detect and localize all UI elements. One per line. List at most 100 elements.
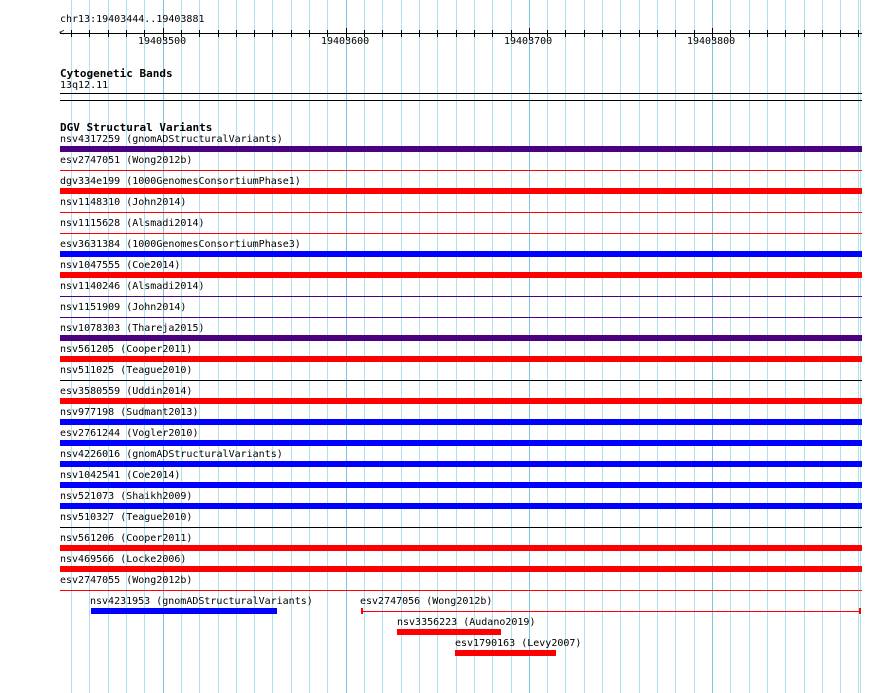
variant-label: nsv1047555 (Coe2014) xyxy=(60,260,181,271)
ruler-tick xyxy=(218,30,219,37)
variant-label: nsv561205 (Cooper2011) xyxy=(60,344,193,355)
variant-bar[interactable] xyxy=(397,629,501,635)
variant-bar[interactable] xyxy=(60,461,862,467)
variant-bar[interactable] xyxy=(60,317,862,318)
ruler-tick xyxy=(547,30,548,37)
variant-bar[interactable] xyxy=(60,146,862,152)
cytoband-line xyxy=(60,93,862,94)
variant-end-cap xyxy=(361,608,363,614)
ruler-tick xyxy=(804,30,805,37)
variant-bar[interactable] xyxy=(60,335,862,341)
variant-bar[interactable] xyxy=(455,650,556,656)
left-arrow-icon[interactable]: < xyxy=(59,27,64,39)
ruler-tick xyxy=(529,28,530,40)
variant-bar[interactable] xyxy=(60,380,862,381)
variant-label: nsv3356223 (Audano2019) xyxy=(397,617,536,628)
variant-bar[interactable] xyxy=(60,233,862,234)
ruler-tick xyxy=(437,30,438,37)
variant-label: nsv521073 (Shaikh2009) xyxy=(60,491,193,502)
track-divider xyxy=(60,100,862,101)
variant-bar[interactable] xyxy=(60,440,862,446)
variant-bar[interactable] xyxy=(60,188,862,194)
variant-label: nsv1115628 (Alsmadi2014) xyxy=(60,218,205,229)
ruler-tick xyxy=(620,30,621,37)
ruler-tick xyxy=(657,30,658,37)
variant-bar[interactable] xyxy=(60,590,862,591)
dgv-track-title: DGV Structural Variants xyxy=(60,121,213,134)
variant-bar[interactable] xyxy=(60,251,862,257)
ruler-tick xyxy=(858,30,859,37)
variant-label: nsv1151909 (John2014) xyxy=(60,302,187,313)
variant-bar[interactable] xyxy=(60,296,862,297)
ruler-tick xyxy=(291,30,292,37)
variant-end-cap xyxy=(859,608,861,614)
ruler-tick xyxy=(71,30,72,37)
ruler-tick xyxy=(144,30,145,37)
variant-label: nsv561206 (Cooper2011) xyxy=(60,533,193,544)
ruler-tick xyxy=(419,30,420,37)
variant-bar[interactable] xyxy=(60,356,862,362)
variant-label: nsv4226016 (gnomADStructuralVariants) xyxy=(60,449,283,460)
variant-bar[interactable] xyxy=(60,419,862,425)
variant-label: nsv510327 (Teague2010) xyxy=(60,512,193,523)
variant-label: esv2747051 (Wong2012b) xyxy=(60,155,193,166)
ruler-tick xyxy=(712,28,713,40)
ruler-tick xyxy=(584,30,585,37)
ruler-tick xyxy=(181,30,182,37)
ruler-tick xyxy=(401,30,402,37)
ruler-tick xyxy=(364,30,365,37)
variant-bar[interactable] xyxy=(60,272,862,278)
variant-bar[interactable] xyxy=(60,212,862,213)
ruler-tick xyxy=(309,30,310,37)
ruler-tick xyxy=(749,30,750,37)
ruler-tick xyxy=(565,30,566,37)
ruler-tick xyxy=(327,30,328,37)
ruler-tick xyxy=(767,30,768,37)
ruler-tick xyxy=(382,30,383,37)
variant-label: esv1790163 (Levy2007) xyxy=(455,638,582,649)
variant-bar[interactable] xyxy=(60,482,862,488)
ruler-tick xyxy=(89,30,90,37)
variant-bar[interactable] xyxy=(60,527,862,528)
ruler-tick xyxy=(840,30,841,37)
ruler-tick xyxy=(675,30,676,37)
variant-label: nsv1140246 (Alsmadi2014) xyxy=(60,281,205,292)
variant-bar[interactable] xyxy=(60,503,862,509)
variant-label: esv2761244 (Vogler2010) xyxy=(60,428,199,439)
ruler-tick xyxy=(272,30,273,37)
variant-label: esv2747055 (Wong2012b) xyxy=(60,575,193,586)
ruler-tick xyxy=(785,30,786,37)
ruler-tick xyxy=(511,30,512,37)
ruler-tick xyxy=(822,30,823,37)
ruler-tick xyxy=(694,30,695,37)
variant-label: esv3631384 (1000GenomesConsortiumPhase3) xyxy=(60,239,301,250)
ruler-tick xyxy=(639,30,640,37)
cytoband-label[interactable]: 13q12.11 xyxy=(60,80,108,91)
variant-label: nsv469566 (Locke2006) xyxy=(60,554,187,565)
ruler-tick xyxy=(730,30,731,37)
variant-bar[interactable] xyxy=(60,545,862,551)
variant-label: esv3580559 (Uddin2014) xyxy=(60,386,193,397)
ruler-tick xyxy=(163,28,164,40)
variant-label: nsv511025 (Teague2010) xyxy=(60,365,193,376)
variant-bar[interactable] xyxy=(60,398,862,404)
variant-label: nsv1148310 (John2014) xyxy=(60,197,187,208)
variant-label: esv2747056 (Wong2012b) xyxy=(360,596,493,607)
ruler-tick xyxy=(456,30,457,37)
ruler-tick xyxy=(126,30,127,37)
ruler-tick xyxy=(602,30,603,37)
ruler-tick xyxy=(254,30,255,37)
variant-bar[interactable] xyxy=(60,170,862,171)
variant-bar[interactable] xyxy=(60,566,862,572)
variant-label: dgv334e199 (1000GenomesConsortiumPhase1) xyxy=(60,176,301,187)
ruler-tick xyxy=(199,30,200,37)
variant-label: nsv4231953 (gnomADStructuralVariants) xyxy=(90,596,313,607)
variant-label: nsv1042541 (Coe2014) xyxy=(60,470,181,481)
variant-label: nsv1078303 (Thareja2015) xyxy=(60,323,205,334)
location-label: chr13:19403444..19403881 xyxy=(60,14,205,25)
variant-label: nsv4317259 (gnomADStructuralVariants) xyxy=(60,134,283,145)
ruler-tick xyxy=(474,30,475,37)
ruler-tick xyxy=(108,30,109,37)
variant-bar[interactable] xyxy=(91,608,277,614)
variant-bar[interactable] xyxy=(361,611,861,612)
